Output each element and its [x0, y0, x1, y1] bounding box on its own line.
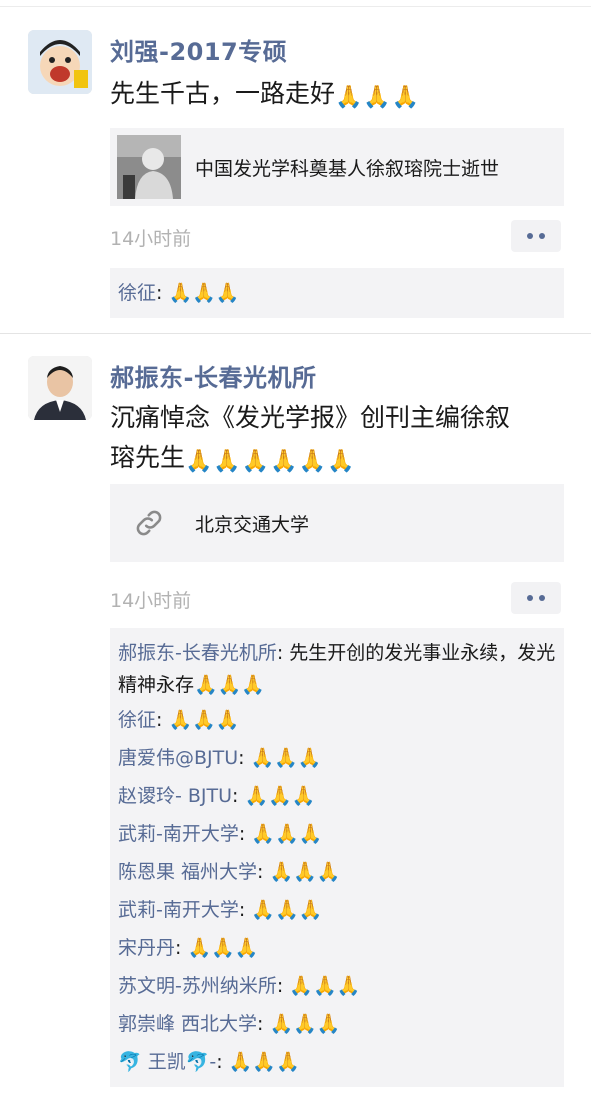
- post-time: 14小时前: [110, 228, 192, 250]
- comment-item[interactable]: 赵谡玲- BJTU: 🙏🙏🙏: [118, 777, 556, 815]
- post-divider: [0, 333, 591, 334]
- pray-emoji-icon: 🙏: [270, 449, 298, 474]
- avatar[interactable]: [28, 30, 92, 94]
- pray-emoji-icon: 🙏: [327, 449, 355, 474]
- comments-section: 徐征: 🙏🙏🙏: [110, 268, 564, 318]
- comment-text: : 🙏🙏🙏: [238, 899, 323, 921]
- pray-emojis: 🙏🙏🙏🙏🙏🙏: [185, 443, 355, 474]
- comment-author[interactable]: 苏文明-苏州纳米所: [118, 975, 277, 997]
- pray-emoji-icon: 🙏: [241, 449, 270, 474]
- post-text-body: 先生千古，一路走好: [110, 79, 336, 108]
- post-text-line-2: 瑢先生: [110, 443, 186, 472]
- pray-emojis: 🙏🙏🙏: [335, 79, 420, 110]
- comment-item[interactable]: 宋丹丹: 🙏🙏🙏: [118, 929, 556, 967]
- more-options-button[interactable]: [511, 582, 561, 614]
- person-avatar-icon: [28, 356, 92, 420]
- comment-text: : 🙏🙏🙏: [257, 861, 341, 883]
- comment-author[interactable]: 🐬 王凯🐬-: [118, 1051, 216, 1073]
- top-divider: [0, 6, 591, 7]
- pray-emoji-icon: 🙏: [363, 85, 391, 110]
- comment-author[interactable]: 郝振东-长春光机所: [118, 642, 277, 664]
- dot-icon: [527, 595, 533, 601]
- comment-author[interactable]: 徐征: [118, 282, 156, 304]
- link-title: 北京交通大学: [195, 513, 310, 536]
- comment-item[interactable]: 陈恩果 福州大学: 🙏🙏🙏: [118, 853, 556, 891]
- comment-text: : 🙏🙏🙏: [175, 937, 259, 959]
- avatar[interactable]: [28, 356, 92, 420]
- comment-item[interactable]: 郝振东-长春光机所: 先生开创的发光事业永续，发光精神永存🙏🙏🙏: [118, 634, 556, 701]
- comment-author[interactable]: 唐爱伟@BJTU: [118, 747, 238, 769]
- comment-item[interactable]: 武莉-南开大学: 🙏🙏🙏: [118, 891, 556, 929]
- comment-author[interactable]: 赵谡玲- BJTU: [118, 785, 232, 807]
- author-name[interactable]: 郝振东-长春光机所: [110, 358, 316, 393]
- post-time: 14小时前: [110, 590, 192, 612]
- shared-link-card[interactable]: 中国发光学科奠基人徐叙瑢院士逝世: [110, 128, 564, 206]
- comment-text: : 🙏🙏🙏: [216, 1051, 300, 1073]
- comment-text: : 🙏🙏🙏: [238, 747, 322, 769]
- author-name[interactable]: 刘强-2017专硕: [110, 32, 287, 67]
- comments-section: 郝振东-长春光机所: 先生开创的发光事业永续，发光精神永存🙏🙏🙏 徐征: 🙏🙏🙏…: [110, 628, 564, 1087]
- comment-text: : 🙏🙏🙏: [156, 282, 240, 304]
- more-options-button[interactable]: [511, 220, 561, 252]
- link-thumbnail: [117, 491, 181, 555]
- comment-item[interactable]: 唐爱伟@BJTU: 🙏🙏🙏: [118, 739, 556, 777]
- comment-item[interactable]: 徐征: 🙏🙏🙏: [118, 274, 556, 312]
- pray-emoji-icon: 🙏: [391, 85, 420, 110]
- cartoon-avatar-icon: [28, 30, 92, 94]
- comment-text: : 🙏🙏🙏: [232, 785, 316, 807]
- comment-item[interactable]: 徐征: 🙏🙏🙏: [118, 701, 556, 739]
- comment-text: : 🙏🙏🙏: [238, 823, 323, 845]
- pray-emoji-icon: 🙏: [298, 449, 327, 474]
- article-thumbnail: [117, 135, 181, 199]
- moment-post-1: 刘强-2017专硕 先生千古，一路走好🙏🙏🙏 中国发光学科奠基人徐叙瑢院士逝世 …: [0, 24, 591, 334]
- comment-author[interactable]: 郭崇峰 西北大学: [118, 1013, 257, 1035]
- pray-emoji-icon: 🙏: [213, 449, 241, 474]
- comment-author[interactable]: 陈恩果 福州大学: [118, 861, 257, 883]
- comment-item[interactable]: 🐬 王凯🐬-: 🙏🙏🙏: [118, 1043, 556, 1081]
- link-title: 中国发光学科奠基人徐叙瑢院士逝世: [195, 157, 500, 180]
- post-text: 先生千古，一路走好🙏🙏🙏: [110, 74, 570, 114]
- pray-emoji-icon: 🙏: [335, 85, 363, 110]
- moment-post-2: 郝振东-长春光机所 沉痛悼念《发光学报》创刊主编徐叙 瑢先生🙏🙏🙏🙏🙏🙏 北京交…: [0, 352, 591, 1112]
- comment-author[interactable]: 武莉-南开大学: [118, 899, 239, 921]
- comment-item[interactable]: 武莉-南开大学: 🙏🙏🙏: [118, 815, 556, 853]
- dot-icon: [539, 233, 545, 239]
- dot-icon: [527, 233, 533, 239]
- comment-author[interactable]: 宋丹丹: [118, 937, 175, 959]
- comment-author[interactable]: 徐征: [118, 709, 156, 731]
- comment-text: : 🙏🙏🙏: [257, 1013, 341, 1035]
- shared-link-card[interactable]: 北京交通大学: [110, 484, 564, 562]
- pray-emoji-icon: 🙏: [185, 449, 213, 474]
- comment-text: : 🙏🙏🙏: [156, 709, 240, 731]
- dot-icon: [539, 595, 545, 601]
- portrait-photo-icon: [117, 135, 181, 199]
- link-icon: [136, 510, 162, 536]
- comment-item[interactable]: 郭崇峰 西北大学: 🙏🙏🙏: [118, 1005, 556, 1043]
- post-text-line-1: 沉痛悼念《发光学报》创刊主编徐叙: [110, 403, 511, 432]
- comment-item[interactable]: 苏文明-苏州纳米所: 🙏🙏🙏: [118, 967, 556, 1005]
- comment-text: : 🙏🙏🙏: [276, 975, 361, 997]
- comment-author[interactable]: 武莉-南开大学: [118, 823, 239, 845]
- post-text: 沉痛悼念《发光学报》创刊主编徐叙 瑢先生🙏🙏🙏🙏🙏🙏: [110, 398, 570, 478]
